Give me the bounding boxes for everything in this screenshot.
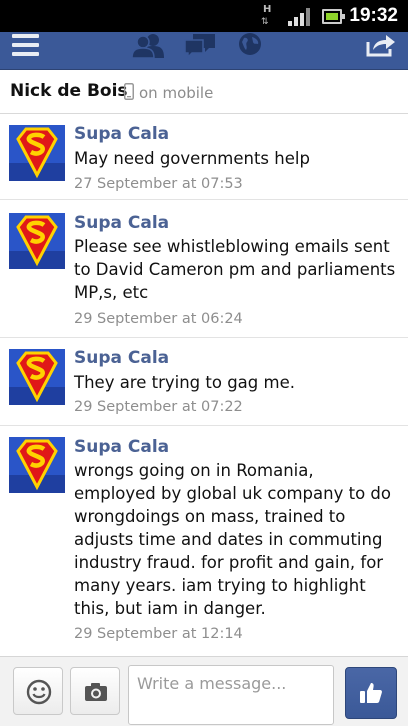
battery-icon [322,9,345,24]
avatar[interactable] [9,125,65,181]
message-item: Supa Cala May need governments help 27 S… [0,114,408,200]
thumbs-up-icon [360,683,382,703]
globe-icon[interactable] [235,32,265,58]
message-sender[interactable]: Supa Cala [74,213,169,233]
message-timestamp: 29 September at 06:24 [74,311,243,327]
message-timestamp: 29 September at 07:22 [74,399,243,415]
message-text: They are trying to gag me. [74,373,295,392]
camera-icon [85,683,107,701]
camera-button[interactable] [70,667,120,715]
status-bar: H ⇅ 19:32 [0,0,408,32]
signal-icon [288,8,310,26]
message-text: May need governments help [74,149,310,168]
emoji-icon [26,679,52,705]
message-sender[interactable]: Supa Cala [74,437,169,457]
message-timestamp: 29 September at 12:14 [74,626,243,642]
message-timestamp: 27 September at 07:53 [74,176,243,192]
emoji-button[interactable] [13,667,63,715]
like-button[interactable] [345,667,397,719]
avatar[interactable] [9,213,65,269]
top-nav-bar [0,32,408,70]
message-text: wrongs going on in Romania, employed by … [74,461,391,618]
message-item: Supa Cala Please see whistleblowing emai… [0,200,408,338]
avatar[interactable] [9,349,65,405]
message-item: Supa Cala wrongs going on in Romania, em… [0,426,408,656]
message-composer [0,656,408,726]
network-h-icon: H ⇅ [261,4,272,27]
mobile-phone-icon [124,83,134,100]
contact-status-text: on mobile [139,84,214,102]
friends-icon[interactable] [130,32,166,58]
message-item: Supa Cala They are trying to gag me. 29 … [0,338,408,426]
message-input[interactable] [128,665,334,725]
status-time: 19:32 [349,5,398,26]
messages-icon[interactable] [183,32,217,58]
share-icon[interactable] [365,32,397,58]
message-text: Please see whistleblowing emails sent to… [74,237,396,302]
menu-icon[interactable] [12,34,40,56]
message-sender[interactable]: Supa Cala [74,124,169,144]
message-sender[interactable]: Supa Cala [74,348,169,368]
contact-name[interactable]: Nick de Bois [10,81,128,101]
avatar[interactable] [9,437,65,493]
conversation-header: Nick de Bois on mobile [0,70,408,114]
contact-status: on mobile [124,83,213,102]
